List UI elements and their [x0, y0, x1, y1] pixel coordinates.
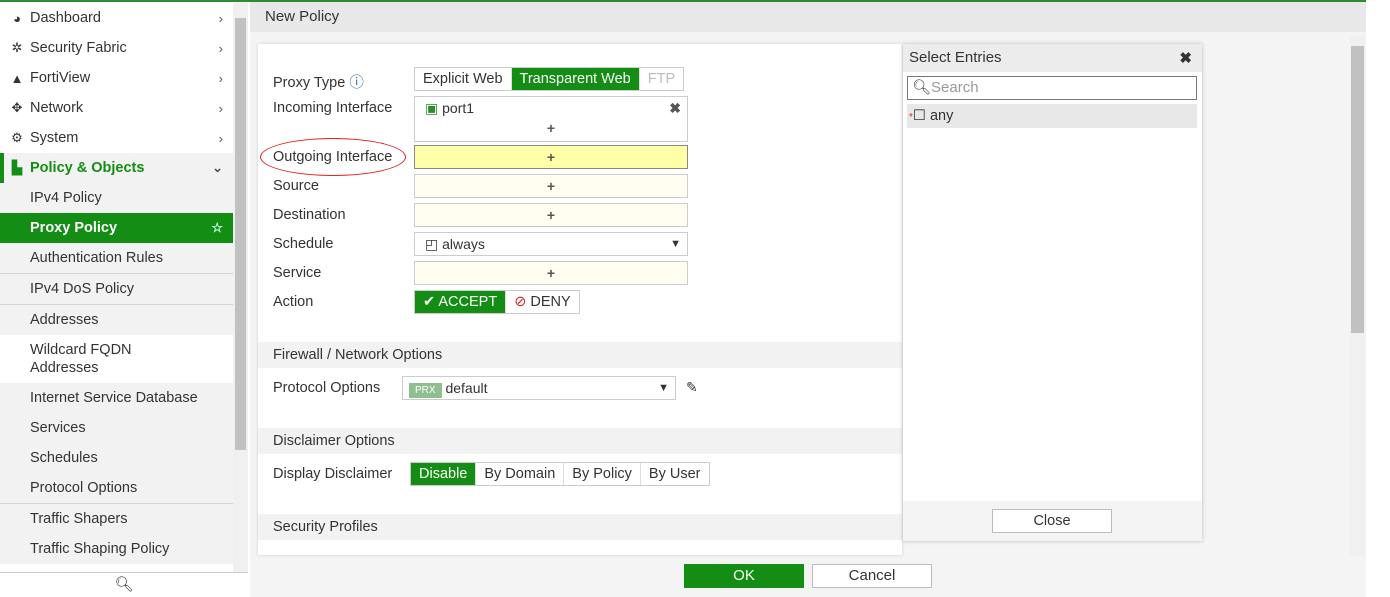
sidebar-item-internet-service-db[interactable]: Internet Service Database — [0, 383, 233, 413]
action-label: Action — [273, 294, 314, 310]
security-profiles-header: Security Profiles — [258, 514, 902, 540]
protocol-options-select[interactable]: PRX default ▼ — [402, 376, 676, 400]
entry-any[interactable]: *☐ any — [907, 104, 1197, 128]
disclaimer-by-policy[interactable]: By Policy — [564, 463, 641, 485]
firewall-network-options-header: Firewall / Network Options — [258, 342, 902, 368]
display-disclaimer-label: Display Disclaimer — [273, 466, 393, 482]
sidebar: ◕ Dashboard › ✲ Security Fabric › ▲ FortiView… — [0, 2, 233, 597]
chevron-right-icon: › — [218, 40, 223, 56]
source-label: Source — [273, 178, 319, 194]
sidebar-item-traffic-shapers[interactable]: Traffic Shapers — [0, 503, 233, 534]
protocol-options-label: Protocol Options — [273, 380, 381, 396]
search-input[interactable]: 🔍︎Search — [907, 76, 1197, 100]
deny-icon: ⊘ — [514, 294, 527, 310]
dropdown-arrow-icon: ▼ — [658, 382, 669, 394]
chart-icon: ▲ — [10, 70, 24, 86]
incoming-interface-field[interactable]: ▣ port1 ✖ + — [414, 96, 688, 142]
page-title: New Policy — [250, 2, 1366, 32]
sidebar-item-addresses[interactable]: Addresses — [0, 304, 233, 335]
port-icon: ▣ — [425, 100, 439, 116]
sidebar-item-fortiview[interactable]: ▲ FortiView › — [0, 63, 233, 93]
sidebar-item-authentication-rules[interactable]: Authentication Rules — [0, 243, 233, 273]
close-icon[interactable]: ✖ — [1179, 49, 1192, 67]
fabric-icon: ✲ — [11, 40, 23, 55]
outgoing-interface-field[interactable]: + — [414, 145, 688, 169]
service-field[interactable]: + — [414, 261, 688, 285]
chevron-down-icon: ⌄ — [212, 160, 223, 175]
destination-field[interactable]: + — [414, 203, 688, 227]
proxy-type-label: Proxy Type — [273, 75, 346, 91]
policy-form: Proxy Type ⓘ Explicit Web Transparent We… — [258, 44, 902, 555]
chevron-right-icon: › — [218, 130, 223, 146]
panel-title: Select Entries — [903, 44, 1202, 72]
move-icon: ✥ — [11, 100, 23, 115]
policy-icon: ▙ — [12, 160, 22, 175]
service-label: Service — [273, 265, 322, 281]
proxy-type-toggle: Explicit Web Transparent Web FTP — [414, 67, 685, 91]
proxy-type-explicit-web[interactable]: Explicit Web — [415, 68, 512, 90]
sidebar-item-wildcard-fqdn[interactable]: Wildcard FQDN Addresses — [0, 335, 200, 383]
disclaimer-by-user[interactable]: By User — [641, 463, 709, 485]
schedule-select[interactable]: ◰ always ▼ — [414, 232, 688, 256]
source-field[interactable]: + — [414, 174, 688, 198]
incoming-interface-label: Incoming Interface — [273, 100, 393, 116]
destination-label: Destination — [273, 207, 346, 223]
sidebar-item-network[interactable]: ✥ Network › — [0, 93, 233, 123]
sidebar-item-schedules[interactable]: Schedules — [0, 443, 233, 473]
proxy-type-ftp[interactable]: FTP — [640, 68, 683, 90]
deny-button[interactable]: ⊘ DENY — [506, 291, 578, 313]
disclaimer-disable[interactable]: Disable — [411, 463, 477, 485]
ok-button[interactable]: OK — [684, 564, 804, 588]
sidebar-item-system[interactable]: ⚙ System › — [0, 123, 233, 153]
schedule-label: Schedule — [273, 236, 334, 252]
prx-badge: PRX — [409, 383, 442, 398]
sidebar-scrollbar-thumb[interactable] — [235, 18, 246, 450]
info-icon[interactable]: ⓘ — [349, 75, 364, 91]
checkbox[interactable]: ☐ — [913, 108, 926, 124]
schedule-icon: ◰ — [425, 236, 439, 252]
red-annotation-circle — [260, 138, 406, 176]
sidebar-item-ipv4-dos-policy[interactable]: IPv4 DoS Policy — [0, 273, 233, 304]
select-entries-panel: Select Entries ✖ 🔍︎Search *☐ any Close — [903, 44, 1202, 541]
menu-search-icon[interactable]: 🔍︎ — [0, 572, 248, 597]
edit-pencil-icon[interactable]: ✎ — [686, 379, 698, 396]
gear-icon: ⚙ — [11, 130, 23, 145]
proxy-type-transparent-web[interactable]: Transparent Web — [511, 68, 640, 90]
remove-icon[interactable]: ✖ — [669, 97, 681, 119]
star-icon[interactable]: ☆ — [211, 220, 223, 236]
close-button[interactable]: Close — [992, 509, 1112, 533]
main-scrollbar-thumb[interactable] — [1351, 46, 1364, 333]
sidebar-item-protocol-options[interactable]: Protocol Options — [0, 473, 233, 503]
add-incoming-button[interactable]: + — [415, 117, 687, 139]
sidebar-item-ipv4-policy[interactable]: IPv4 Policy — [0, 183, 233, 213]
sidebar-item-proxy-policy[interactable]: Proxy Policy ☆ — [0, 213, 233, 243]
chevron-right-icon: › — [218, 10, 223, 26]
dashboard-icon: ◕ — [13, 10, 21, 26]
chevron-right-icon: › — [218, 70, 223, 86]
chevron-right-icon: › — [218, 100, 223, 116]
sidebar-item-services[interactable]: Services — [0, 413, 233, 443]
action-toggle: ✔ ACCEPT ⊘ DENY — [414, 290, 580, 314]
accept-button[interactable]: ✔ ACCEPT — [415, 291, 507, 313]
panel-footer: Close — [903, 501, 1202, 541]
check-icon: ✔ — [423, 294, 436, 310]
disclaimer-toggle: Disable By Domain By Policy By User — [410, 462, 710, 486]
sidebar-item-traffic-shaping-policy[interactable]: Traffic Shaping Policy — [0, 534, 233, 564]
disclaimer-by-domain[interactable]: By Domain — [476, 463, 565, 485]
dropdown-arrow-icon: ▼ — [670, 238, 681, 250]
sidebar-item-security-fabric[interactable]: ✲ Security Fabric › — [0, 33, 233, 63]
disclaimer-options-header: Disclaimer Options — [258, 428, 902, 454]
sidebar-item-policy-objects[interactable]: ▙ Policy & Objects ⌄ — [0, 153, 233, 183]
sidebar-item-dashboard[interactable]: ◕ Dashboard › — [0, 3, 233, 33]
search-icon: 🔍︎ — [912, 79, 932, 96]
cancel-button[interactable]: Cancel — [812, 564, 932, 588]
